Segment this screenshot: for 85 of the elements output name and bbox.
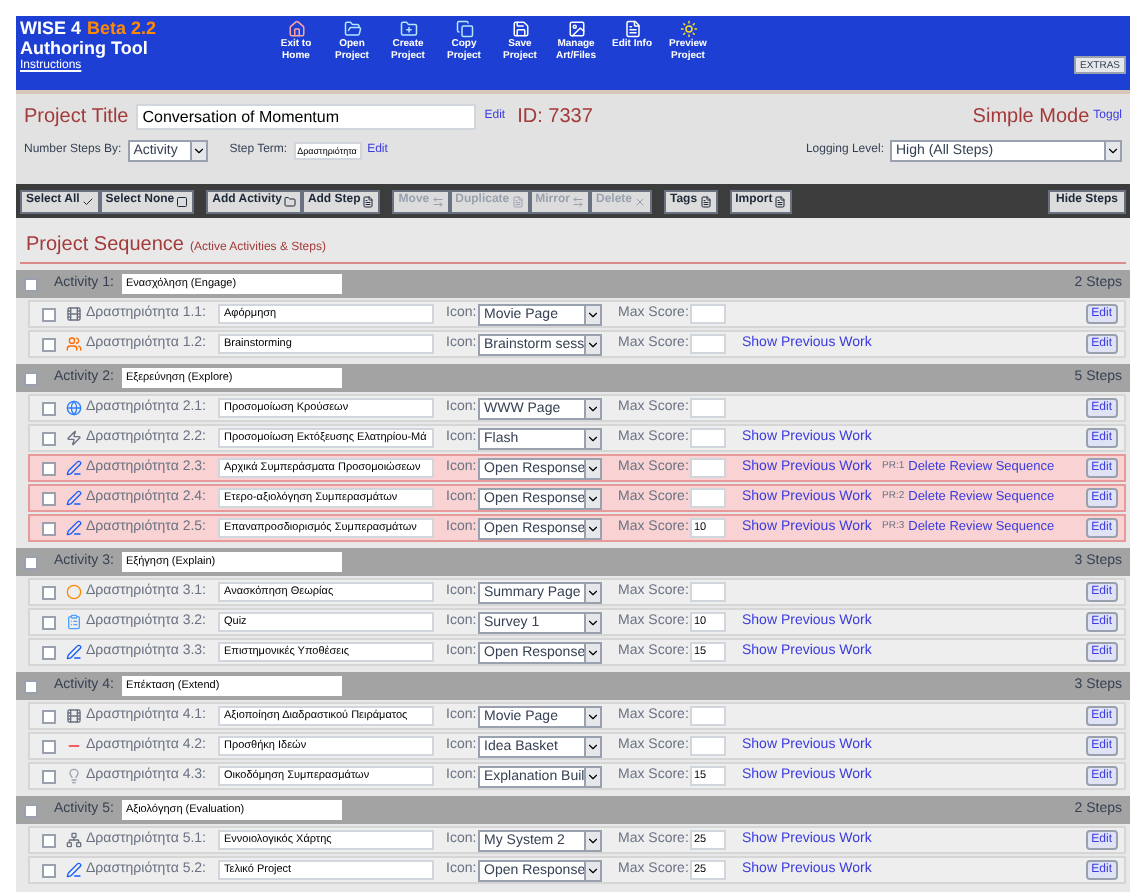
clipboard-icon — [66, 614, 82, 630]
lightbulb-icon — [66, 768, 82, 784]
max-score-field[interactable] — [690, 334, 726, 354]
folder-icon — [343, 20, 361, 38]
pen-icon — [66, 460, 82, 476]
pen-icon — [66, 520, 82, 536]
check-icon — [81, 195, 94, 207]
caret-icon — [584, 519, 600, 537]
caret-icon — [584, 613, 600, 631]
image-icon — [567, 20, 585, 38]
film-icon — [66, 306, 82, 322]
house-icon — [287, 20, 305, 38]
checkbox[interactable] — [24, 679, 38, 693]
max-score-field[interactable] — [690, 428, 726, 448]
checkbox[interactable] — [42, 401, 56, 415]
section-title: Project Sequence — [26, 232, 184, 260]
folder-plus-icon — [399, 20, 417, 38]
mode-label: Simple Mode — [972, 103, 1090, 131]
checkbox[interactable] — [42, 615, 56, 629]
max-score-field[interactable] — [690, 398, 726, 418]
caret-icon — [584, 737, 600, 755]
document-icon — [699, 195, 712, 207]
document-icon — [774, 195, 787, 207]
pen-icon — [66, 490, 82, 506]
caret-icon — [584, 459, 600, 477]
folder-icon — [283, 195, 296, 207]
max-score-field[interactable] — [690, 582, 726, 602]
checkbox[interactable] — [24, 277, 38, 291]
checkbox[interactable] — [42, 521, 56, 535]
max-score-field[interactable] — [690, 706, 726, 726]
checkbox[interactable] — [24, 803, 38, 817]
film-icon — [66, 708, 82, 724]
caret-icon — [584, 861, 600, 879]
people-icon — [66, 336, 82, 352]
checkbox[interactable] — [24, 371, 38, 385]
checkbox[interactable] — [42, 709, 56, 723]
max-score-field[interactable] — [690, 458, 726, 478]
arrows-icon — [571, 195, 584, 207]
copy-icon — [455, 20, 473, 38]
bolt-icon — [66, 430, 82, 446]
checkbox[interactable] — [42, 769, 56, 783]
caret-icon — [584, 707, 600, 725]
max-score-field[interactable] — [690, 304, 726, 324]
caret-icon — [584, 399, 600, 417]
caret-icon — [189, 141, 206, 159]
app-subtitle: Authoring Tool — [20, 38, 150, 59]
sun-icon — [679, 20, 697, 38]
project-title-field[interactable]: Conversation of Momentum — [136, 103, 477, 129]
checkbox[interactable] — [42, 337, 56, 351]
checkbox[interactable] — [42, 461, 56, 475]
checkbox[interactable] — [42, 491, 56, 505]
pen-icon — [66, 644, 82, 660]
close-icon — [634, 195, 646, 207]
max-score-field[interactable] — [690, 488, 726, 508]
network-icon — [66, 832, 82, 848]
checkbox[interactable] — [24, 555, 38, 569]
checkbox[interactable] — [42, 833, 56, 847]
checkbox[interactable] — [42, 307, 56, 321]
document-icon — [623, 20, 641, 38]
max-score-field[interactable] — [690, 736, 726, 756]
pen-icon — [66, 862, 82, 878]
square-icon — [176, 195, 189, 207]
caret-icon — [584, 429, 600, 447]
project-id: ID: 7337 — [517, 103, 593, 131]
project-title-label: Project Title — [24, 103, 129, 131]
circle-icon — [66, 584, 82, 600]
caret-icon — [584, 583, 600, 601]
checkbox[interactable] — [42, 431, 56, 445]
document-icon — [362, 195, 375, 207]
beta-label: Beta 2.2 — [87, 20, 157, 38]
checkbox[interactable] — [42, 645, 56, 659]
caret-icon — [584, 305, 600, 323]
checkbox[interactable] — [42, 739, 56, 753]
arrows-icon — [431, 195, 444, 207]
document-icon — [511, 195, 524, 207]
checkbox[interactable] — [42, 863, 56, 877]
product-name: WISE 4 — [20, 20, 82, 38]
caret-icon — [584, 489, 600, 507]
caret-icon — [584, 643, 600, 661]
checkbox[interactable] — [42, 585, 56, 599]
caret-icon — [584, 335, 600, 353]
caret-icon — [584, 767, 600, 785]
caret-icon — [1104, 141, 1120, 159]
caret-icon — [584, 831, 600, 849]
globe-icon — [66, 400, 82, 416]
